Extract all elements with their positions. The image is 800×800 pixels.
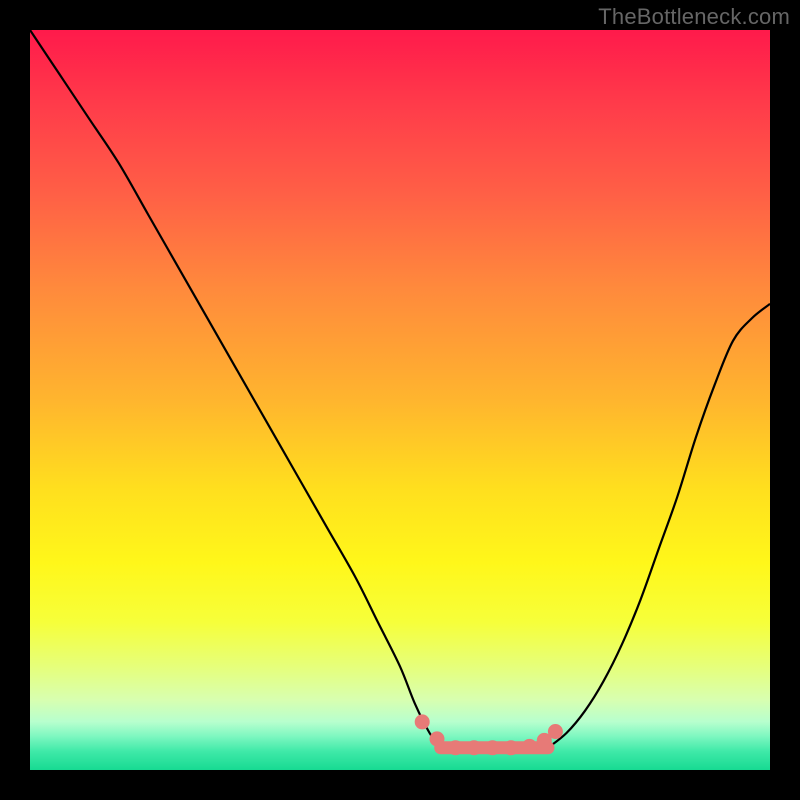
- bottleneck-curves: [30, 30, 770, 770]
- chart-frame: TheBottleneck.com: [0, 0, 800, 800]
- curve-left: [30, 30, 441, 748]
- plot-area: [30, 30, 770, 770]
- curve-right: [548, 304, 770, 748]
- attribution-text: TheBottleneck.com: [598, 4, 790, 30]
